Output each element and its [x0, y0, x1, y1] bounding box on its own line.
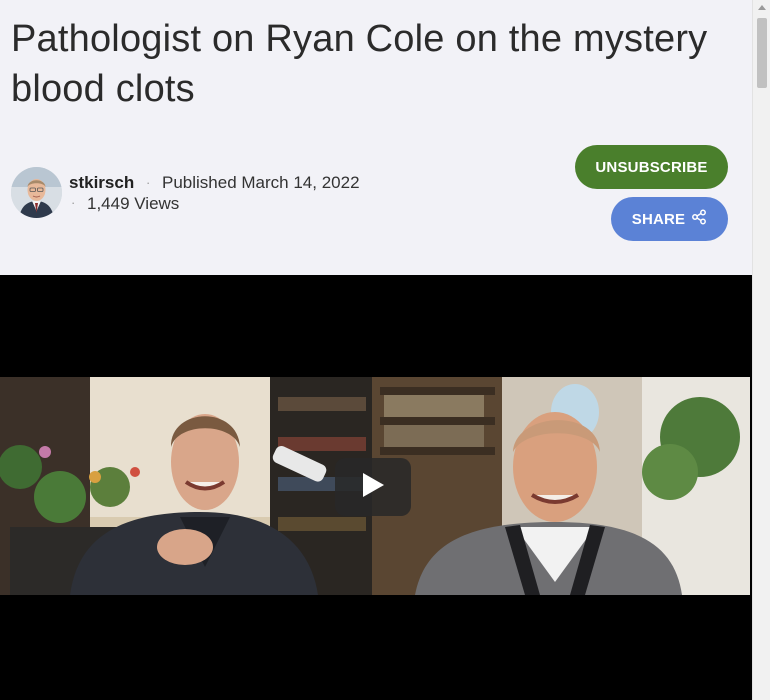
- share-icon: [691, 209, 707, 229]
- share-button-label: SHARE: [631, 210, 686, 228]
- scrollbar-thumb[interactable]: [757, 18, 767, 88]
- separator-dot: ·: [146, 175, 151, 190]
- unsubscribe-button[interactable]: UNSUBSCRIBE: [575, 145, 728, 189]
- publish-date: Published March 14, 2022: [162, 173, 360, 192]
- play-button[interactable]: [335, 458, 411, 516]
- post-title: Pathologist on Ryan Cole on the mystery …: [11, 18, 708, 110]
- video-player[interactable]: [0, 275, 752, 700]
- separator-dot: ·: [71, 195, 76, 210]
- byline: stkirsch · Published March 14, 2022 · 1,…: [11, 167, 571, 219]
- view-count: 1,449 Views: [87, 194, 180, 213]
- share-button[interactable]: SHARE: [611, 197, 728, 241]
- author-name[interactable]: stkirsch: [69, 173, 134, 193]
- play-icon: [360, 471, 386, 504]
- vertical-scrollbar[interactable]: [752, 0, 770, 700]
- scroll-up-arrow-icon[interactable]: [757, 2, 767, 12]
- post-page: Pathologist on Ryan Cole on the mystery …: [0, 0, 752, 700]
- avatar[interactable]: [11, 167, 62, 218]
